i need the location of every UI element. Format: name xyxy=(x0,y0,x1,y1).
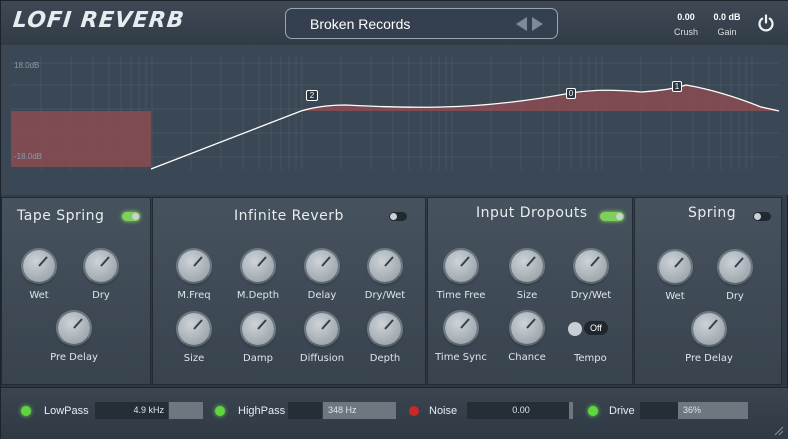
knob-ring xyxy=(240,248,276,284)
knob-ring xyxy=(83,248,119,284)
noise-led[interactable] xyxy=(409,406,419,416)
preset-selector[interactable]: Broken Records xyxy=(285,8,558,39)
tempo-state-badge[interactable]: Off xyxy=(584,321,608,335)
input-dropouts-panel: Input Dropouts Time Free Size Dry/Wet Ti… xyxy=(427,197,633,385)
infinite-reverb-panel: Infinite Reverb M.Freq M.Depth Delay Dry… xyxy=(152,197,426,385)
knob-ring xyxy=(573,248,609,284)
highpass-track[interactable] xyxy=(288,402,322,419)
db-top-label: 18.0dB xyxy=(14,61,40,70)
input-dropouts-title: Input Dropouts xyxy=(476,205,588,221)
knob-label: Dry/Wet xyxy=(364,290,406,301)
knob-ring xyxy=(367,248,403,284)
noise-label: Noise xyxy=(429,405,458,417)
lowpass-label: LowPass xyxy=(44,405,89,417)
drive-value[interactable]: 36% xyxy=(678,402,748,419)
knob-ring xyxy=(56,310,92,346)
eq-node-2[interactable]: 2 xyxy=(306,90,318,101)
eq-curve-display xyxy=(1,45,788,195)
knob-ring xyxy=(509,310,545,346)
noise-slider[interactable] xyxy=(569,402,573,419)
knob-ring xyxy=(304,248,340,284)
spring-toggle[interactable] xyxy=(753,212,771,221)
noise-value[interactable]: 0.00 xyxy=(467,402,569,419)
knob-ring xyxy=(691,311,727,347)
highpass-label: HighPass xyxy=(238,405,286,417)
infinite-reverb-toggle[interactable] xyxy=(389,212,407,221)
infinite-reverb-title: Infinite Reverb xyxy=(234,208,344,224)
tape-spring-title: Tape Spring xyxy=(17,208,105,224)
gain-label: Gain xyxy=(717,27,737,37)
toggle-dot xyxy=(616,213,623,220)
knob-label: Dry xyxy=(92,290,110,301)
knob-ring xyxy=(21,248,57,284)
lowpass-value[interactable]: 4.9 kHz xyxy=(95,402,168,419)
drive-led[interactable] xyxy=(588,406,598,416)
knob-label: Dry/Wet xyxy=(570,290,612,301)
input-dropouts-toggle[interactable] xyxy=(600,212,624,221)
filter-bar: LowPass 4.9 kHz HighPass 348 Hz Noise 0.… xyxy=(1,387,788,439)
highpass-led[interactable] xyxy=(215,406,225,416)
preset-name: Broken Records xyxy=(310,16,411,32)
previous-preset-icon[interactable] xyxy=(516,17,527,31)
tape-spring-panel: Tape Spring Wet Dry Pre Delay xyxy=(1,197,151,385)
spring-title: Spring xyxy=(688,205,737,221)
toggle-dot xyxy=(754,213,761,220)
drive-label: Drive xyxy=(609,405,635,417)
knob-ring xyxy=(509,248,545,284)
power-icon[interactable] xyxy=(757,14,775,32)
knob-ring xyxy=(176,311,212,347)
tempo-label: Tempo xyxy=(574,353,607,364)
knob-ring xyxy=(443,248,479,284)
header-bar: LOFI REVERB Broken Records 0.00 Crush 0.… xyxy=(1,1,788,45)
highpass-value[interactable]: 348 Hz xyxy=(323,402,396,419)
app-logo: LOFI REVERB xyxy=(11,8,186,33)
knob-label: Pre Delay xyxy=(50,352,98,363)
knob-ring xyxy=(367,311,403,347)
knob-label: Pre Delay xyxy=(685,353,733,364)
knob-ring xyxy=(443,310,479,346)
lowpass-slider[interactable] xyxy=(169,402,203,419)
knob-label: Chance xyxy=(508,352,546,363)
tape-spring-toggle[interactable] xyxy=(122,212,140,221)
knob-ring xyxy=(657,249,693,285)
knob-ring xyxy=(176,248,212,284)
knob-ring xyxy=(304,311,340,347)
next-preset-icon[interactable] xyxy=(532,17,543,31)
lowpass-led[interactable] xyxy=(21,406,31,416)
knob-ring xyxy=(717,249,753,285)
gain-readout[interactable]: 0.0 dB Gain xyxy=(702,12,752,37)
knob-label: Depth xyxy=(369,353,401,364)
toggle-dot xyxy=(390,213,397,220)
eq-node-1[interactable]: 1 xyxy=(672,81,682,92)
eq-node-0[interactable]: 0 xyxy=(566,88,576,99)
tempo-button[interactable] xyxy=(568,322,582,336)
plugin-window: LOFI REVERB Broken Records 0.00 Crush 0.… xyxy=(0,0,788,439)
db-bottom-label: -18.0dB xyxy=(14,152,43,161)
resize-grip-icon[interactable] xyxy=(773,425,783,435)
toggle-dot xyxy=(132,213,139,220)
eq-graph[interactable]: 18.0dB -18.0dB 2 0 1 xyxy=(1,45,788,195)
knob-label: Dry xyxy=(726,291,744,302)
drive-track[interactable] xyxy=(640,402,678,419)
knob-ring xyxy=(240,311,276,347)
gain-value: 0.0 dB xyxy=(713,12,741,22)
spring-panel: Spring Wet Dry Pre Delay xyxy=(634,197,782,385)
